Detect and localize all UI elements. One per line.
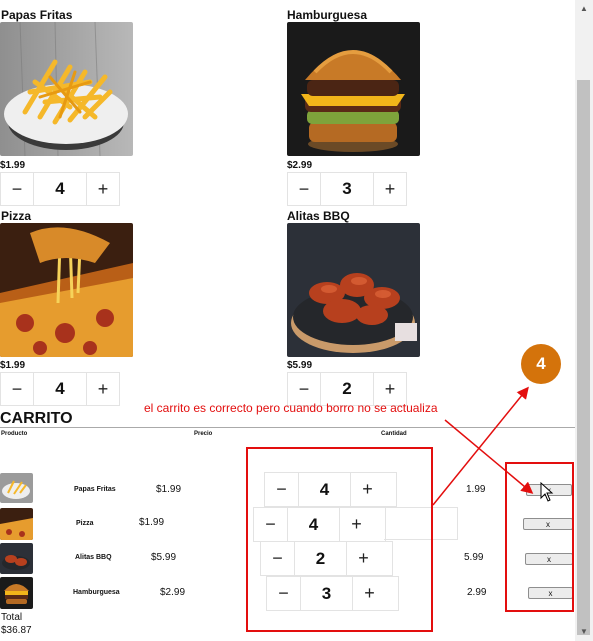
annotation-arrows	[432, 386, 534, 506]
scroll-down-icon[interactable]: ▼	[575, 625, 593, 639]
mouse-cursor-icon	[540, 482, 554, 502]
scrollbar-thumb[interactable]	[577, 80, 590, 635]
scroll-up-icon[interactable]: ▲	[575, 2, 593, 16]
vertical-scrollbar[interactable]: ▲ ▼	[575, 0, 593, 641]
